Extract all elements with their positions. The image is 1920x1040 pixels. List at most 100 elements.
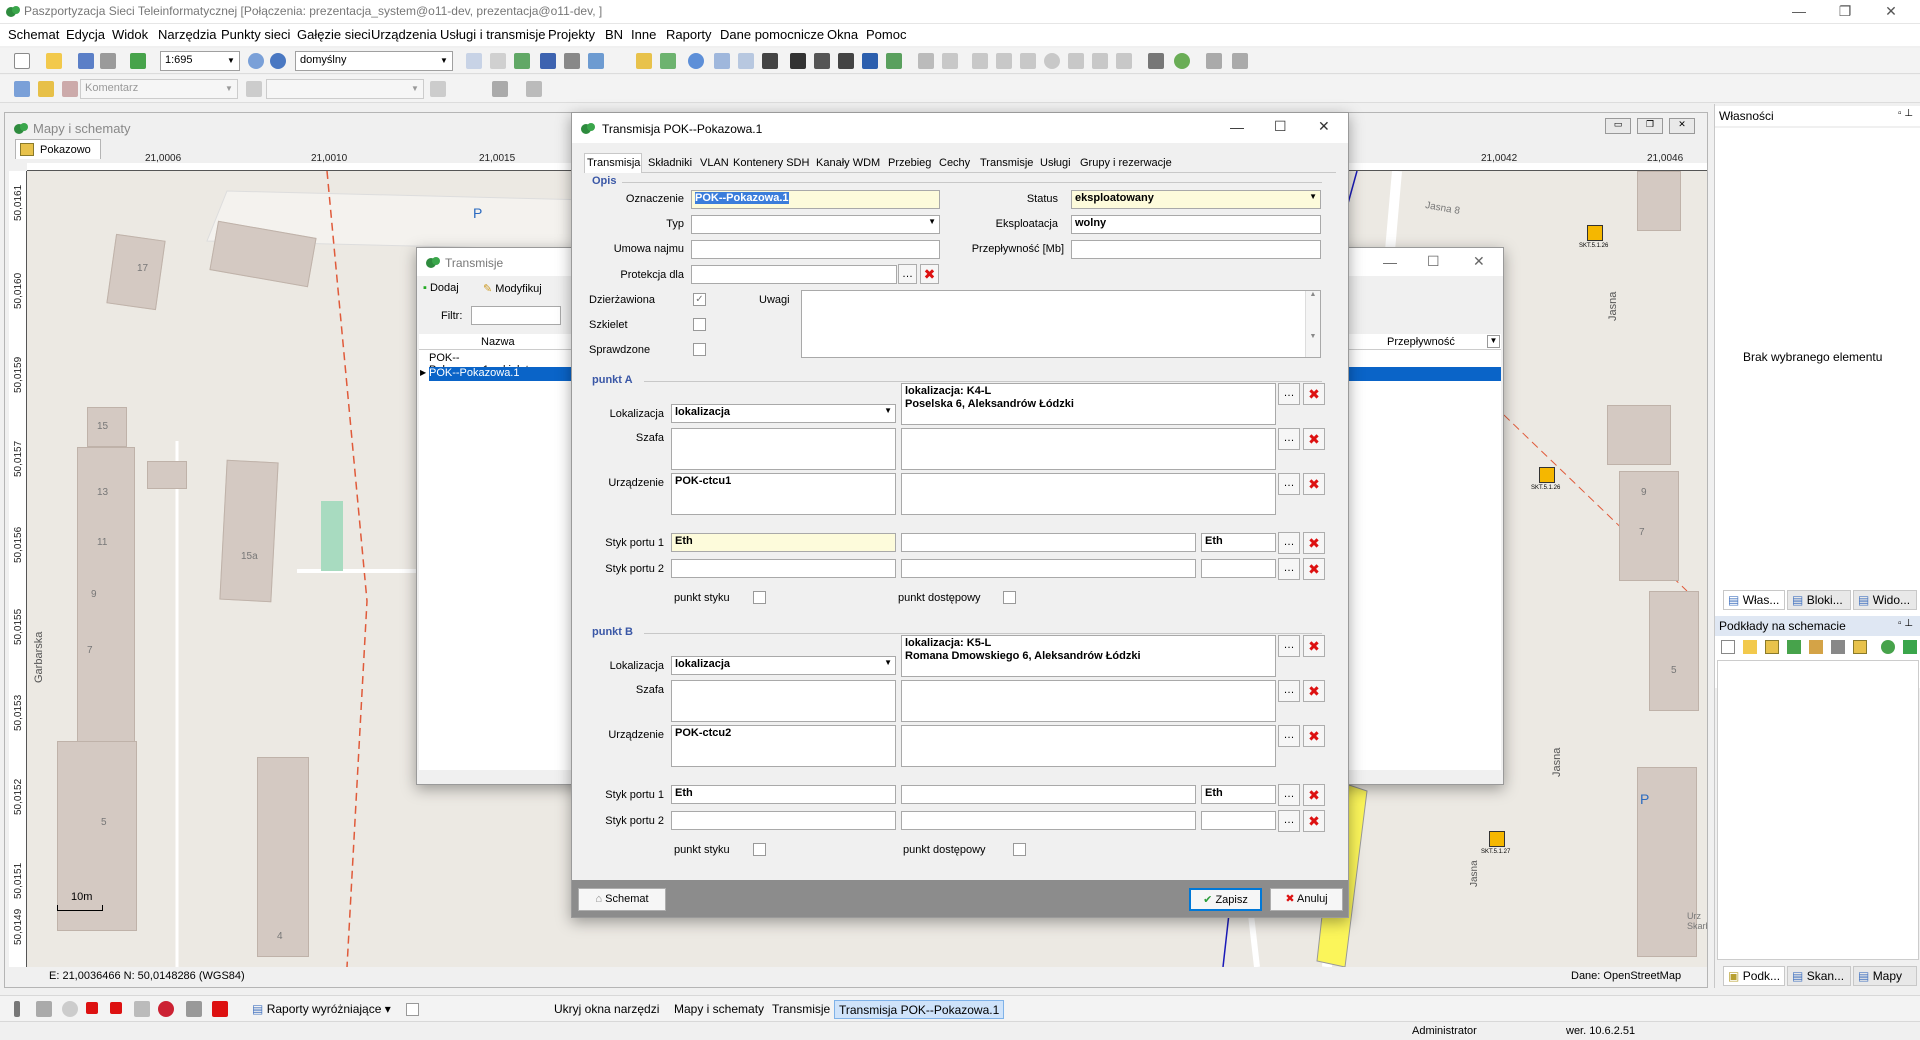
podklady-layer-icon[interactable] (1831, 640, 1845, 654)
bottom-line-icon[interactable] (14, 1001, 20, 1017)
expand-icon[interactable] (838, 53, 854, 69)
typ-select[interactable]: ▼ (691, 215, 940, 234)
corner-icon[interactable] (790, 53, 806, 69)
punkt-b-styk2-clear-button[interactable]: ✖ (1303, 810, 1325, 832)
network-node[interactable] (1539, 467, 1555, 483)
transmisje-close-button[interactable]: ✕ (1473, 253, 1485, 270)
bottom-red-square2-icon[interactable] (110, 1002, 122, 1014)
menu-widok[interactable]: Widok (112, 27, 148, 42)
anuluj-button[interactable]: ✖ Anuluj (1270, 888, 1343, 911)
podklady-image-icon[interactable] (1853, 640, 1867, 654)
sprawdzone-checkbox[interactable] (693, 343, 706, 356)
tab-skladniki[interactable]: Składniki (648, 157, 692, 169)
tab-podklady[interactable]: ▣ Podk... (1723, 966, 1785, 986)
tool-f-icon[interactable] (1044, 53, 1060, 69)
info-icon[interactable] (688, 53, 704, 69)
raporty-wyrozniajace-button[interactable]: ▤ Raporty wyróżniające ▾ (252, 1002, 391, 1016)
punkt-b-lokalizacja-browse-button[interactable]: … (1278, 635, 1300, 657)
podklady-tree-icon[interactable] (1787, 640, 1801, 654)
podklady-map-icon[interactable] (1765, 640, 1779, 654)
menu-projekty[interactable]: Projekty (548, 27, 595, 42)
punkt-a-szafa-field[interactable] (671, 428, 896, 470)
protekcja-field[interactable] (691, 265, 897, 284)
copy-icon[interactable] (490, 53, 506, 69)
punkt-a-styk1-field[interactable]: Eth (671, 533, 896, 552)
punkt-b-styk2-field[interactable] (671, 811, 896, 830)
punkt-b-punkt-styku-checkbox[interactable] (753, 843, 766, 856)
tab-bloki[interactable]: ▤ Bloki... (1787, 590, 1851, 610)
menu-schemat[interactable]: Schemat (8, 27, 59, 42)
tab-transmisja[interactable]: Transmisja (587, 157, 640, 169)
chain-icon[interactable] (492, 81, 508, 97)
align-icon[interactable] (862, 53, 878, 69)
eksploatacja-field[interactable]: wolny (1071, 215, 1321, 234)
menu-urzadzenia[interactable]: Urządzenia (371, 27, 437, 42)
open-folder-icon[interactable] (46, 53, 62, 69)
punkt-a-styk1-browse-button[interactable]: … (1278, 532, 1300, 554)
punkt-a-szafa-browse-button[interactable]: … (1278, 428, 1300, 450)
column-chooser-icon[interactable]: ▼ (1487, 335, 1500, 348)
table-row[interactable]: POK--Pokazowa.1.szkielet (429, 352, 549, 376)
tab-skany[interactable]: ▤ Skan... (1787, 966, 1851, 986)
grid-icon[interactable] (540, 53, 556, 69)
tab-grupy-i-rezerwacje[interactable]: Grupy i rezerwacje (1080, 157, 1172, 169)
transmisje-minimize-button[interactable]: — (1383, 254, 1397, 270)
table-icon[interactable] (714, 53, 730, 69)
menu-pomoc[interactable]: Pomoc (866, 27, 906, 42)
menu-uslugi-i-transmisje[interactable]: Usługi i transmisje (440, 27, 545, 42)
tool-b-icon[interactable] (942, 53, 958, 69)
tool-g-icon[interactable] (1068, 53, 1084, 69)
pencil-icon[interactable] (38, 81, 54, 97)
punkt-b-szafa-field[interactable] (671, 680, 896, 722)
maximize-button[interactable]: ❐ (1822, 0, 1868, 24)
close-button[interactable]: ✕ (1868, 0, 1914, 24)
podklady-new-icon[interactable] (1721, 640, 1735, 654)
disabled-combo[interactable]: ▼ (266, 79, 424, 99)
map-tab-pokazowo[interactable]: Pokazowo (15, 139, 101, 159)
punkt-a-punkt-dostepowy-checkbox[interactable] (1003, 591, 1016, 604)
modyfikuj-button[interactable]: ✎ Modyfikuj (483, 282, 542, 300)
layers-icon[interactable] (466, 53, 482, 69)
punkt-a-lokalizacja-select[interactable]: lokalizacja ▼ (671, 404, 896, 423)
column-nazwa[interactable]: Nazwa (481, 336, 515, 348)
dzierzawiona-checkbox[interactable]: ✓ (693, 293, 706, 306)
menu-edycja[interactable]: Edycja (66, 27, 105, 42)
szkielet-checkbox[interactable] (693, 318, 706, 331)
przeplywnosc-field[interactable] (1071, 240, 1321, 259)
podklady-edit-icon[interactable] (1809, 640, 1823, 654)
bottom-circle-icon[interactable] (62, 1001, 78, 1017)
menu-bn[interactable]: BN (605, 27, 623, 42)
tab-widoki[interactable]: ▤ Wido... (1853, 590, 1917, 610)
line-style-icon[interactable] (430, 81, 446, 97)
comment-combo[interactable]: Komentarz ▼ (80, 79, 238, 99)
bottom-red-square-icon[interactable] (86, 1002, 98, 1014)
task-transmisja-pok[interactable]: Transmisja POK--Pokazowa.1 (834, 1000, 1005, 1019)
network-node[interactable] (1587, 225, 1603, 241)
umowa-field[interactable] (691, 240, 940, 259)
uwagi-scrollbar[interactable]: ▲ ▼ (1305, 291, 1320, 357)
dodaj-button[interactable]: ▪ Dodaj (423, 282, 459, 300)
move-icon[interactable] (886, 53, 902, 69)
dialog-close-button[interactable]: ✕ (1318, 118, 1330, 135)
image-icon[interactable] (660, 53, 676, 69)
bottom-grid-icon[interactable] (186, 1001, 202, 1017)
tab-transmisje[interactable]: Transmisje (980, 157, 1033, 169)
tab-kanaly-wdm[interactable]: Kanały WDM (816, 157, 880, 169)
punkt-b-szafa-clear-button[interactable]: ✖ (1303, 680, 1325, 702)
tab-vlan[interactable]: VLAN (700, 157, 729, 169)
task-mapy-i-schematy[interactable]: Mapy i schematy (670, 1000, 768, 1019)
tab-mapy[interactable]: ▤ Mapy (1853, 966, 1917, 986)
layout-icon[interactable] (762, 53, 778, 69)
punkt-a-styk2-field[interactable] (671, 559, 896, 578)
map-restore-button[interactable]: ❐ (1637, 118, 1663, 134)
eraser-icon[interactable] (62, 81, 78, 97)
oznaczenie-field[interactable]: POK--Pokazowa.1 (691, 190, 940, 209)
draw-icon[interactable] (636, 53, 652, 69)
menu-narzedzia[interactable]: Narzędzia (158, 27, 217, 42)
punkt-b-styk1-clear-button[interactable]: ✖ (1303, 784, 1325, 806)
tool-d-icon[interactable] (996, 53, 1012, 69)
dialog-minimize-button[interactable]: — (1230, 119, 1244, 135)
podklady-add-icon[interactable] (1903, 640, 1917, 654)
tool-i-icon[interactable] (1116, 53, 1132, 69)
ukryj-okna-button[interactable]: Ukryj okna narzędzi (550, 1000, 663, 1019)
